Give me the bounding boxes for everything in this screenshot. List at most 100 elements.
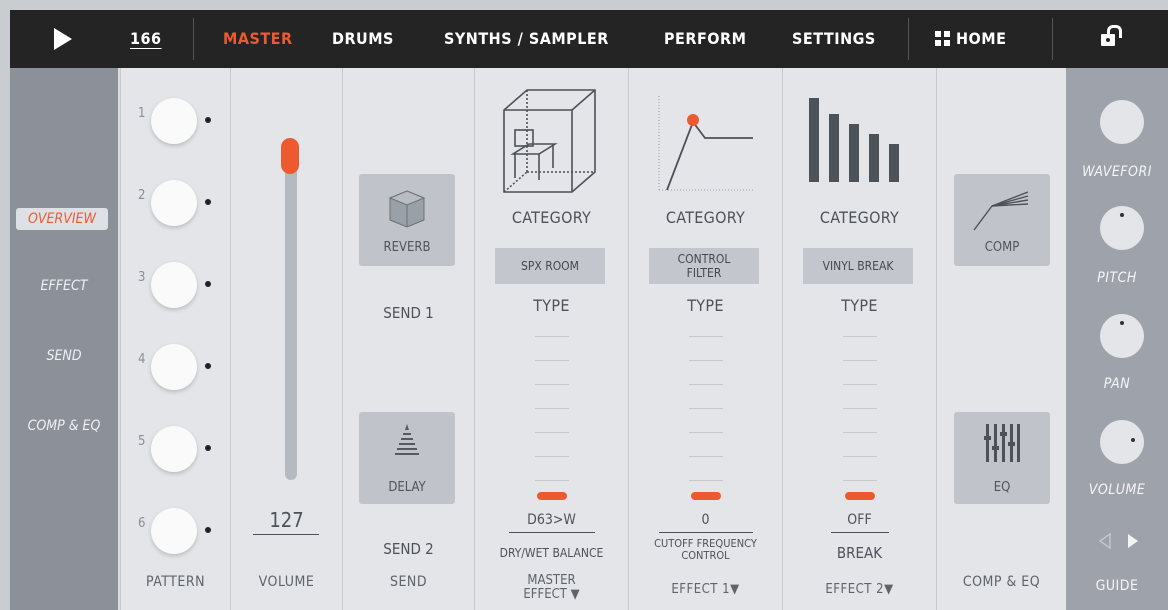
nav-master[interactable]: MASTER [223, 10, 293, 68]
effect1-type-selector[interactable]: CONTROL FILTER [649, 248, 759, 284]
master-effect-label-2: EFFECT ▼ [523, 587, 580, 602]
master-effect-dropdown[interactable]: MASTER EFFECT ▼ [475, 574, 628, 602]
volume-label: VOLUME [258, 574, 315, 590]
nav-home[interactable]: HOME [935, 10, 1006, 68]
guide-nav-arrows [1098, 532, 1138, 550]
compressor-curve-icon [973, 191, 1029, 231]
app-frame: 166 MASTER DRUMS SYNTHS / SAMPLER PERFOR… [10, 10, 1168, 610]
effect2-category-label: CATEGORY [819, 208, 900, 227]
nav-settings[interactable]: SETTINGS [792, 10, 876, 68]
comp-label: COMP [984, 240, 1020, 255]
pattern-indicator [205, 199, 211, 205]
eq-sliders-icon [984, 424, 1020, 462]
effect2-value-indicator[interactable] [844, 492, 875, 500]
knob-indicator [1131, 438, 1135, 442]
value-underline [253, 534, 319, 535]
eq-button[interactable]: EQ [954, 412, 1050, 504]
tempo-display[interactable]: 166 [130, 10, 162, 68]
effect2-type-selector[interactable]: VINYL BREAK [803, 248, 913, 284]
volume-knob-label: VOLUME [1088, 482, 1146, 498]
effect1-param-name: CUTOFF FREQUENCY CONTROL [629, 538, 782, 562]
pitch-knob[interactable] [1100, 206, 1144, 250]
value-underline [831, 532, 889, 533]
nav-synths-sampler[interactable]: SYNTHS / SAMPLER [444, 10, 609, 68]
effect1-dropdown[interactable]: EFFECT 1▼ [629, 582, 782, 597]
master-category-label: CATEGORY [511, 208, 592, 227]
value-underline [659, 532, 753, 533]
pan-knob[interactable] [1100, 314, 1144, 358]
volume-knob[interactable] [1100, 420, 1144, 464]
nav-perform[interactable]: PERFORM [664, 10, 746, 68]
reverb-cube-icon [388, 190, 426, 228]
home-label: HOME [956, 29, 1007, 48]
effect1-type-line2: FILTER [686, 266, 722, 280]
pattern-indicator [205, 117, 211, 123]
home-grid-icon [935, 31, 950, 46]
filter-curve-icon[interactable] [657, 96, 755, 192]
pattern-number: 6 [138, 516, 146, 531]
master-type-label: TYPE [533, 296, 570, 315]
eq-label: EQ [993, 480, 1011, 495]
master-effect-column: CATEGORY SPX ROOM TYPE D63>W DRY/WET BAL… [474, 68, 628, 610]
vinyl-break-bars-icon[interactable] [809, 98, 913, 182]
effect1-value-indicator[interactable] [690, 492, 721, 500]
comp-button[interactable]: COMP [954, 174, 1050, 266]
pattern-indicator [205, 527, 211, 533]
sidebar-item-effect[interactable]: EFFECT [10, 278, 118, 294]
comp-eq-label: COMP & EQ [962, 574, 1041, 590]
waveform-label: WAVEFORI [1082, 164, 1152, 180]
pattern-label: PATTERN [146, 574, 205, 590]
pan-label: PAN [1103, 376, 1131, 392]
send-label: SEND [389, 574, 428, 590]
pattern-knob-6[interactable] [151, 508, 197, 554]
sidebar-item-comp-eq[interactable]: COMP & EQ [10, 418, 118, 434]
waveform-knob[interactable] [1100, 100, 1144, 144]
effect1-type-label: TYPE [687, 296, 724, 315]
next-arrow-icon[interactable] [1128, 534, 1138, 548]
pattern-number: 3 [138, 270, 146, 285]
pattern-knob-4[interactable] [151, 344, 197, 390]
top-bar: 166 MASTER DRUMS SYNTHS / SAMPLER PERFOR… [10, 10, 1168, 68]
pattern-knob-2[interactable] [151, 180, 197, 226]
effect2-param-name: BREAK [836, 544, 883, 562]
sidebar-item-overview[interactable]: OVERVIEW [16, 208, 108, 230]
volume-slider-thumb[interactable] [281, 138, 299, 174]
prev-arrow-icon[interactable] [1098, 532, 1111, 550]
pattern-number: 5 [138, 434, 146, 449]
master-type-selector[interactable]: SPX ROOM [495, 248, 605, 284]
reverb-label: REVERB [383, 240, 431, 255]
sidebar-item-send[interactable]: SEND [10, 348, 118, 364]
pattern-knob-5[interactable] [151, 426, 197, 472]
pattern-knob-3[interactable] [151, 262, 197, 308]
delay-stack-icon [395, 424, 419, 455]
delay-button[interactable]: DELAY [359, 412, 455, 504]
pattern-number: 4 [138, 352, 146, 367]
room-cube-icon[interactable] [499, 88, 599, 194]
effect2-dropdown[interactable]: EFFECT 2▼ [783, 582, 936, 597]
play-icon[interactable] [54, 28, 72, 50]
send1-label: SEND 1 [383, 304, 434, 322]
pattern-knob-1[interactable] [151, 98, 197, 144]
pattern-column: 1 2 3 4 5 6 PATTERN [120, 68, 230, 610]
master-value-indicator[interactable] [536, 492, 567, 500]
pattern-number: 2 [138, 188, 146, 203]
reverb-button[interactable]: REVERB [359, 174, 455, 266]
pattern-number: 1 [138, 106, 146, 121]
pattern-indicator [205, 445, 211, 451]
comp-eq-column: COMP EQ COMP & EQ [936, 68, 1066, 610]
master-param-name: DRY/WET BALANCE [499, 546, 604, 560]
effect1-type-line1: CONTROL [677, 252, 731, 266]
send-column: REVERB SEND 1 DELAY SEND 2 SEND [342, 68, 474, 610]
left-sidebar: OVERVIEW EFFECT SEND COMP & EQ [10, 68, 118, 610]
guide-label: GUIDE [1095, 578, 1139, 594]
pattern-indicator [205, 363, 211, 369]
nav-drums[interactable]: DRUMS [332, 10, 394, 68]
send2-label: SEND 2 [383, 540, 434, 558]
value-underline [509, 532, 595, 533]
divider [193, 18, 194, 60]
knob-indicator [1120, 213, 1124, 217]
master-effect-label-1: MASTER [527, 573, 576, 588]
unlock-icon[interactable] [1101, 25, 1122, 46]
divider [908, 18, 909, 60]
volume-slider-track[interactable] [285, 140, 297, 480]
